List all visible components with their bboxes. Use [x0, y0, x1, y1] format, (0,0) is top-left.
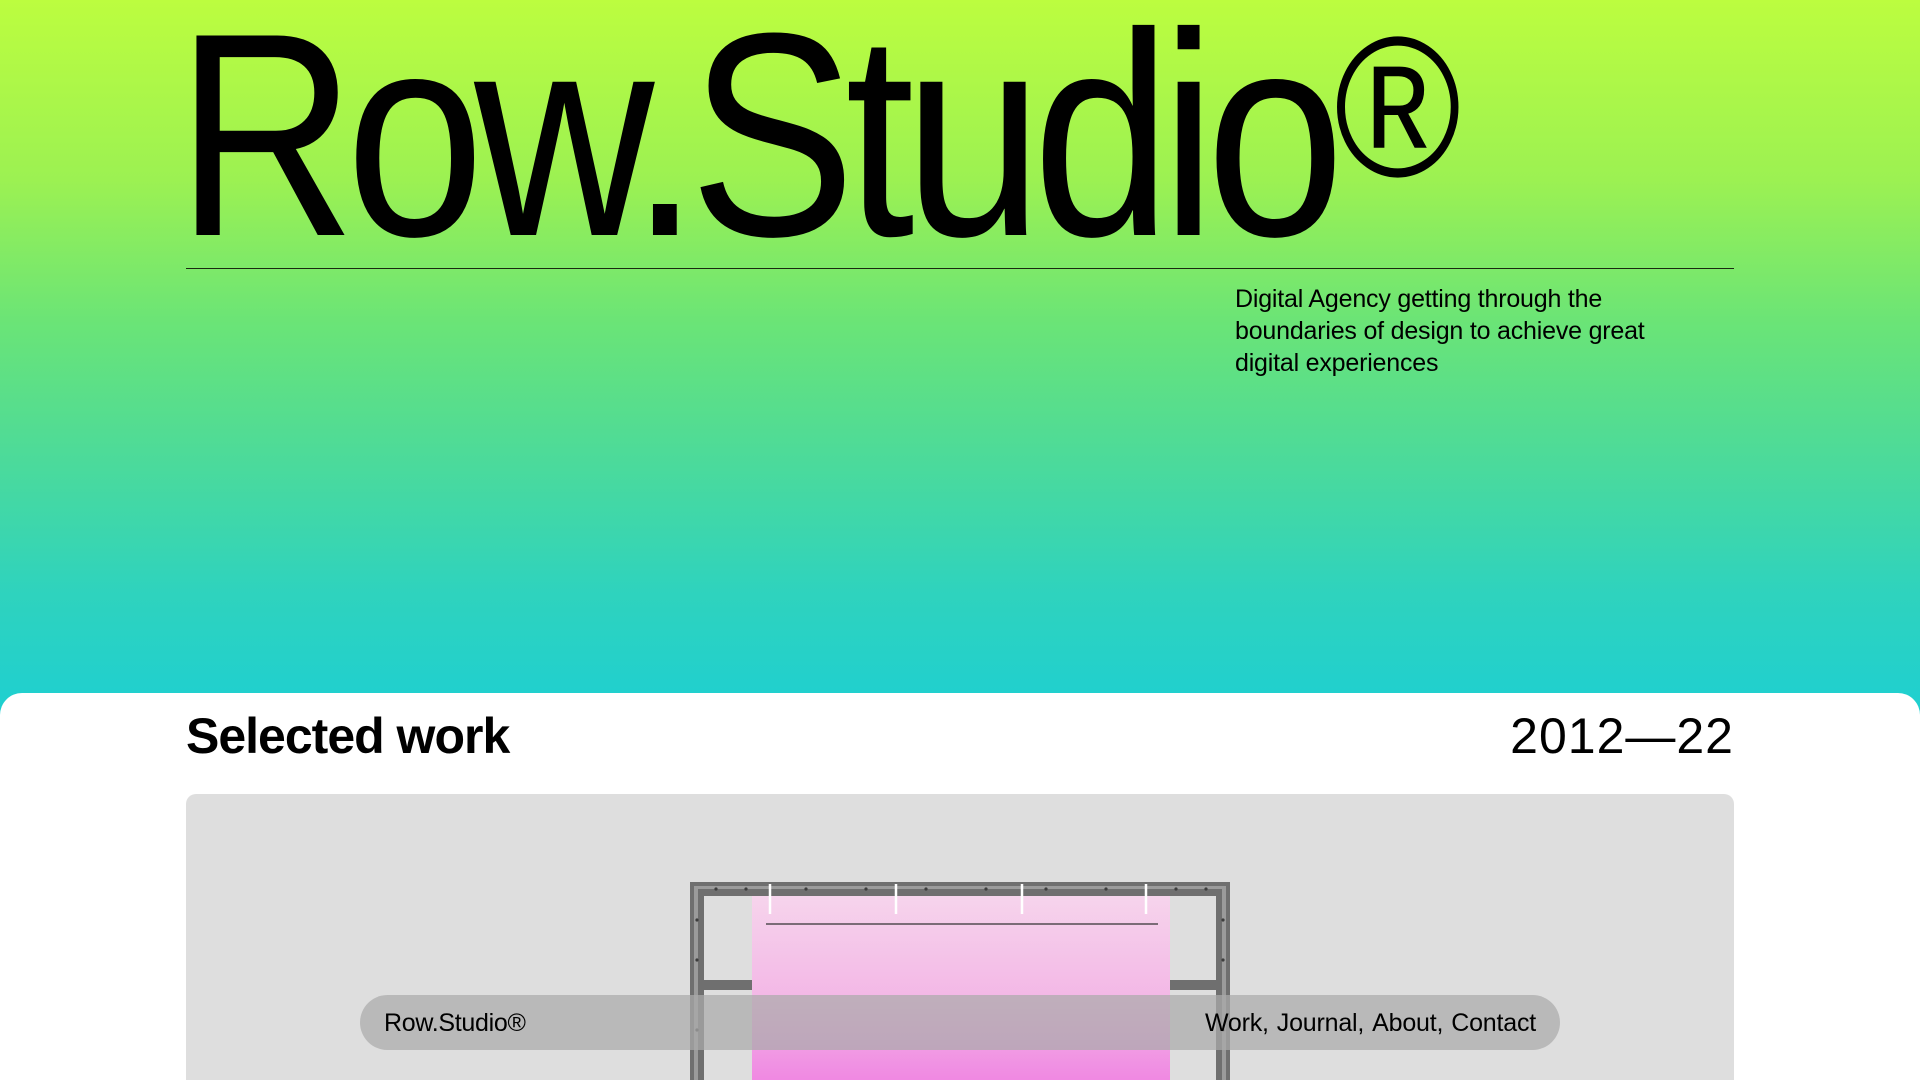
agency-tagline: Digital Agency getting through the bound… [1235, 285, 1645, 377]
page: Row.Studio® Digital Agency getting throu… [0, 0, 1920, 1080]
brand-title-text: Row.Studio [176, 0, 1345, 297]
floating-nav-bar: Row.Studio® Work, Journal, About, Contac… [360, 995, 1560, 1050]
nav-link-work[interactable]: Work [1205, 1008, 1262, 1038]
selected-work-title: Selected work [186, 708, 510, 764]
hero-divider [186, 268, 1734, 269]
nav-link-contact[interactable]: Contact [1451, 1008, 1536, 1038]
nav-separator: , [1436, 1009, 1444, 1037]
brand-title: Row.Studio® [176, 0, 1461, 280]
nav-brand-link[interactable]: Row.Studio® [384, 1008, 526, 1038]
hero-section: Row.Studio® Digital Agency getting throu… [0, 0, 1920, 720]
selected-work-years: 2012—22 [1510, 708, 1734, 764]
nav-link-journal[interactable]: Journal [1277, 1008, 1358, 1038]
project-image [690, 882, 1230, 1080]
nav-link-about[interactable]: About [1372, 1008, 1437, 1038]
nav-separator: , [1357, 1009, 1365, 1037]
nav-separator: , [1262, 1009, 1269, 1037]
registered-mark: ® [1334, 0, 1462, 219]
nav-links: Work, Journal, About, Contact [1205, 1008, 1536, 1038]
